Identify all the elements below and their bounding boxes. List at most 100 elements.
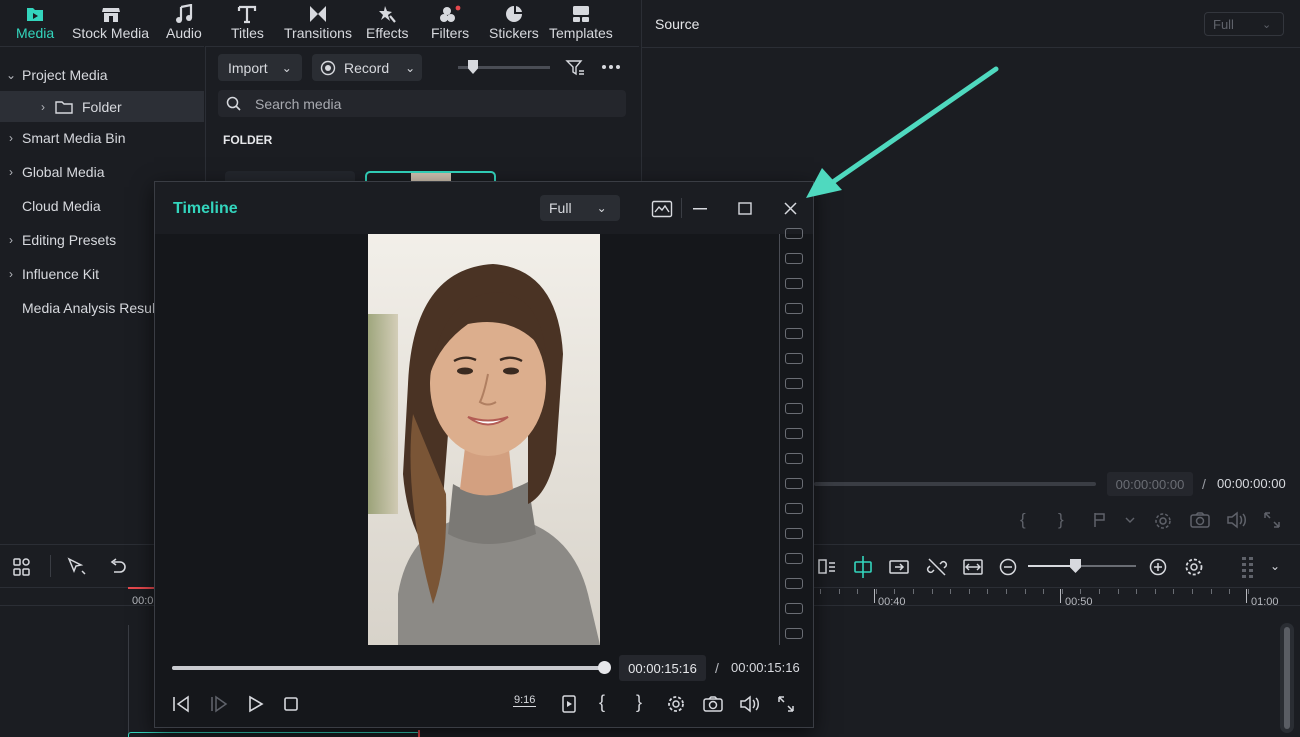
stop-icon[interactable] [283,696,299,712]
record-button[interactable]: Record ⌄ [312,54,422,81]
fullscreen-icon[interactable] [777,695,795,713]
render-clip-icon[interactable] [561,694,577,714]
drag-handle-icon[interactable] [1240,555,1256,579]
tab-stock-media[interactable]: Stock Media [72,4,149,44]
ruler-tick [950,589,952,594]
chevron-right-icon: › [41,99,45,114]
tab-effects[interactable]: Effects [366,4,409,44]
chevron-down-icon: ⌄ [281,60,292,75]
mark-out-icon[interactable]: } [636,692,642,713]
snapshot-camera-icon[interactable] [1189,511,1211,529]
filmstrip-hole [785,253,803,264]
volume-icon[interactable] [739,695,761,713]
titles-icon [238,5,257,24]
window-zoom-select[interactable]: Full ⌄ [540,195,620,221]
chevron-right-icon: › [9,267,13,281]
tab-stickers[interactable]: Stickers [489,4,539,44]
next-frame-icon[interactable] [209,695,229,713]
import-label: Import [228,59,268,76]
more-options-icon[interactable] [601,64,621,70]
chevron-right-icon: › [9,165,13,179]
tab-transitions[interactable]: Transitions [284,4,352,44]
window-zoom-value: Full [549,200,572,216]
mark-in-icon[interactable]: { [1020,510,1058,530]
tree-item-project-media[interactable]: ⌄ Project Media [0,60,204,90]
magnetic-snap-icon[interactable] [851,555,875,579]
timeline-settings-icon[interactable] [1183,556,1205,578]
window-progress-bar[interactable] [172,666,604,670]
source-zoom-value: Full [1213,16,1234,32]
tab-titles[interactable]: Titles [231,4,264,44]
ruler-label: 00:50 [1065,596,1093,608]
minimize-icon[interactable] [693,208,707,210]
ruler-tick [987,589,989,594]
volume-icon[interactable] [1226,511,1248,529]
filmstrip-hole [785,603,803,614]
layout-grid-icon[interactable] [12,557,32,577]
ruler-tick [1061,589,1063,594]
search-input[interactable]: Search media [218,90,626,117]
playhead-marker [128,587,154,589]
settings-gear-icon[interactable] [666,694,688,714]
stickers-icon [505,6,522,22]
progress-handle[interactable] [598,661,611,674]
tab-label: Templates [549,25,613,41]
source-progress-bar[interactable] [814,482,1096,486]
zoom-out-icon[interactable] [998,557,1018,577]
tab-media[interactable]: Media [9,4,61,48]
tab-label: Stickers [489,25,539,41]
ruler-label: 01:00 [1251,596,1279,608]
tab-audio[interactable]: Audio [166,4,202,44]
ruler-tick [1229,589,1231,594]
timeline-clip[interactable] [128,732,420,737]
zoom-in-icon[interactable] [1148,557,1168,577]
tab-filters[interactable]: Filters [431,4,469,44]
chevron-down-icon[interactable]: ⌄ [1270,559,1280,573]
undo-icon[interactable] [108,557,128,577]
import-button[interactable]: Import ⌄ [218,54,302,81]
tree-item-label: Smart Media Bin [22,130,126,146]
render-preview-icon[interactable] [651,200,673,218]
stock-media-icon [101,8,120,22]
filter-icon[interactable] [565,58,585,78]
video-preview[interactable] [368,234,600,645]
split-audio-icon[interactable] [817,557,837,577]
fit-timeline-icon[interactable] [962,556,984,578]
slider-handle[interactable] [468,60,478,74]
previous-frame-icon[interactable] [171,695,191,713]
maximize-icon[interactable] [738,202,752,215]
tree-item-label: Global Media [22,164,105,180]
tab-label: Filters [431,25,470,41]
ruler-tick [1247,589,1249,594]
ruler-tick [875,589,877,594]
filmstrip-hole [785,228,803,239]
mark-out-icon[interactable]: } [1058,510,1096,530]
select-cursor-icon[interactable] [66,557,88,577]
source-zoom-select[interactable]: Full ⌄ [1204,12,1284,36]
unlink-icon[interactable] [926,556,948,578]
templates-icon [572,6,589,22]
aspect-ratio-button[interactable]: 9:16 [513,694,537,707]
zoom-slider-handle[interactable] [1070,559,1081,573]
ruler-tick [838,589,840,594]
vertical-scrollbar[interactable] [1280,623,1294,733]
settings-gear-icon[interactable] [1153,511,1173,531]
snapshot-camera-icon[interactable] [702,695,724,713]
filmstrip-hole [785,428,803,439]
play-icon[interactable] [247,695,265,713]
tab-templates[interactable]: Templates [549,4,613,44]
folder-icon [55,100,73,114]
fullscreen-icon[interactable] [1263,511,1281,529]
tree-item-label: Media Analysis Results [22,300,166,316]
marker-icon[interactable] [1092,511,1142,529]
auto-ripple-icon[interactable] [888,556,910,578]
tree-item-smart-media-bin[interactable]: › Smart Media Bin [0,123,204,153]
window-titlebar[interactable]: Timeline Full ⌄ [155,182,813,234]
mark-in-icon[interactable]: { [599,692,605,713]
aspect-ratio-label: 9:16 [514,694,536,706]
tree-item-label: Cloud Media [22,198,101,214]
chevron-right-icon: › [9,131,13,145]
record-label: Record [344,59,390,76]
chevron-down-icon: ⌄ [1261,18,1272,31]
tree-item-folder[interactable]: › Folder [0,91,204,122]
